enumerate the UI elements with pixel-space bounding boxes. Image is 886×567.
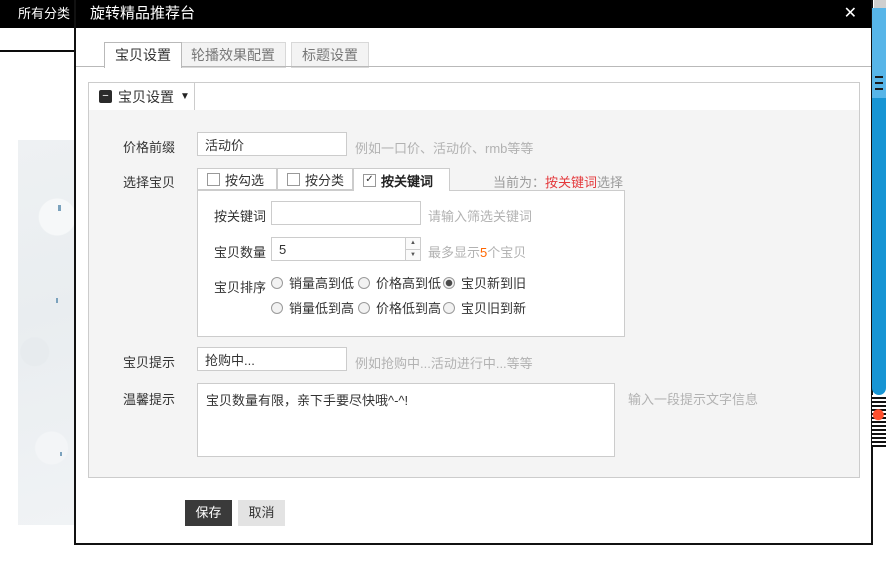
item-tip-hint: 例如抢购中...活动进行中...等等 xyxy=(355,353,533,372)
texture-speck xyxy=(58,205,61,211)
floating-widget-top[interactable] xyxy=(872,8,886,98)
stepper-down-icon[interactable]: ▼ xyxy=(406,250,420,261)
menu-dash-icon xyxy=(875,88,883,90)
checkbox-unchecked-icon[interactable] xyxy=(207,173,220,186)
radio-selected-icon[interactable] xyxy=(443,277,455,289)
radio-icon[interactable] xyxy=(271,302,283,314)
current-prefix: 当前为： xyxy=(493,175,545,190)
background-divider xyxy=(0,50,74,52)
tab-item-settings[interactable]: 宝贝设置 xyxy=(104,42,182,68)
sort-label: 宝贝排序 xyxy=(214,277,266,296)
texture-speck xyxy=(60,452,62,456)
keyword-hint: 请输入筛选关键词 xyxy=(428,206,532,225)
keyword-label: 按关键词 xyxy=(214,206,266,225)
radio-icon[interactable] xyxy=(358,277,370,289)
warm-tip-label: 温馨提示 xyxy=(123,389,175,408)
collapse-icon[interactable]: − xyxy=(99,90,112,103)
current-selection-text: 当前为：按关键词选择 xyxy=(493,172,623,191)
current-value: 按关键词 xyxy=(545,175,597,190)
warm-tip-textarea[interactable]: 宝贝数量有限，亲下手要尽快哦^-^! xyxy=(197,383,615,457)
price-prefix-input[interactable] xyxy=(197,132,347,156)
radio-icon[interactable] xyxy=(443,302,455,314)
select-items-label: 选择宝贝 xyxy=(123,172,175,191)
select-by-keyword-label: 按关键词 xyxy=(381,171,433,190)
select-by-check-tab[interactable]: 按勾选 xyxy=(197,168,277,190)
modal-titlebar: 旋转精品推荐台 ✕ xyxy=(76,0,871,28)
price-prefix-label: 价格前缀 xyxy=(123,137,175,156)
radio-icon[interactable] xyxy=(271,277,283,289)
menu-dash-icon xyxy=(875,76,883,78)
radio-newest-to-oldest[interactable]: 宝贝新到旧 xyxy=(443,273,526,292)
modal-title: 旋转精品推荐台 xyxy=(90,0,195,28)
radio-icon[interactable] xyxy=(358,302,370,314)
item-count-input[interactable] xyxy=(271,237,406,261)
radio-label: 宝贝旧到新 xyxy=(461,298,526,317)
radio-sales-high-to-low[interactable]: 销量高到低 xyxy=(271,273,354,292)
current-suffix: 选择 xyxy=(597,175,623,190)
close-icon[interactable]: ✕ xyxy=(844,0,857,28)
radio-label: 价格低到高 xyxy=(376,298,441,317)
item-tip-input[interactable] xyxy=(197,347,347,371)
tabs-underline xyxy=(76,66,871,67)
texture-speck xyxy=(56,298,58,303)
scrollbar-top xyxy=(874,0,886,8)
floating-widget-body[interactable] xyxy=(872,98,886,395)
item-count-stepper[interactable]: ▲ ▼ xyxy=(405,237,421,261)
section-title: 宝贝设置 xyxy=(118,87,174,107)
warm-tip-hint: 输入一段提示文字信息 xyxy=(628,389,758,408)
select-by-category-tab[interactable]: 按分类 xyxy=(277,168,353,190)
checkbox-checked-icon[interactable]: ✓ xyxy=(363,174,376,187)
screen: 所有分类 旋转精品推荐台 ✕ 宝贝设置 轮播效果配置 标题设置 − 宝贝设置 ▼… xyxy=(0,0,886,567)
keyword-input[interactable] xyxy=(271,201,421,225)
save-button[interactable]: 保存 xyxy=(185,500,232,526)
chevron-down-icon: ▼ xyxy=(180,91,190,102)
select-by-keyword-tab[interactable]: ✓ 按关键词 xyxy=(353,168,450,191)
radio-price-low-to-high[interactable]: 价格低到高 xyxy=(358,298,441,317)
select-by-check-label: 按勾选 xyxy=(225,170,264,189)
radio-price-high-to-low[interactable]: 价格高到低 xyxy=(358,273,441,292)
background-texture-image xyxy=(18,140,74,525)
checkbox-unchecked-icon[interactable] xyxy=(287,173,300,186)
item-count-hint: 最多显示5个宝贝 xyxy=(428,242,526,261)
radio-label: 销量低到高 xyxy=(289,298,354,317)
modal-dialog: 旋转精品推荐台 ✕ 宝贝设置 轮播效果配置 标题设置 − 宝贝设置 ▼ 价格前缀… xyxy=(74,0,873,545)
keyword-settings-box: 按关键词 请输入筛选关键词 宝贝数量 ▲ ▼ 最多显示5个宝贝 宝贝排序 销量高… xyxy=(197,190,625,337)
radio-label: 宝贝新到旧 xyxy=(461,273,526,292)
menu-dash-icon xyxy=(875,82,883,84)
item-count-label: 宝贝数量 xyxy=(214,242,266,261)
radio-oldest-to-newest[interactable]: 宝贝旧到新 xyxy=(443,298,526,317)
qr-code-fragment xyxy=(872,395,886,447)
item-tip-label: 宝贝提示 xyxy=(123,352,175,371)
section-header xyxy=(89,83,859,110)
radio-label: 价格高到低 xyxy=(376,273,441,292)
all-categories-bar[interactable]: 所有分类 xyxy=(0,0,74,28)
price-prefix-hint: 例如一口价、活动价、rmb等等 xyxy=(355,138,533,157)
section-collapse-tab[interactable]: − 宝贝设置 ▼ xyxy=(89,83,195,110)
radio-sales-low-to-high[interactable]: 销量低到高 xyxy=(271,298,354,317)
cancel-button[interactable]: 取消 xyxy=(238,500,285,526)
select-by-category-label: 按分类 xyxy=(305,170,344,189)
stepper-up-icon[interactable]: ▲ xyxy=(406,238,420,250)
tab-carousel-settings[interactable]: 轮播效果配置 xyxy=(180,42,286,68)
radio-label: 销量高到低 xyxy=(289,273,354,292)
tab-title-settings[interactable]: 标题设置 xyxy=(291,42,369,68)
